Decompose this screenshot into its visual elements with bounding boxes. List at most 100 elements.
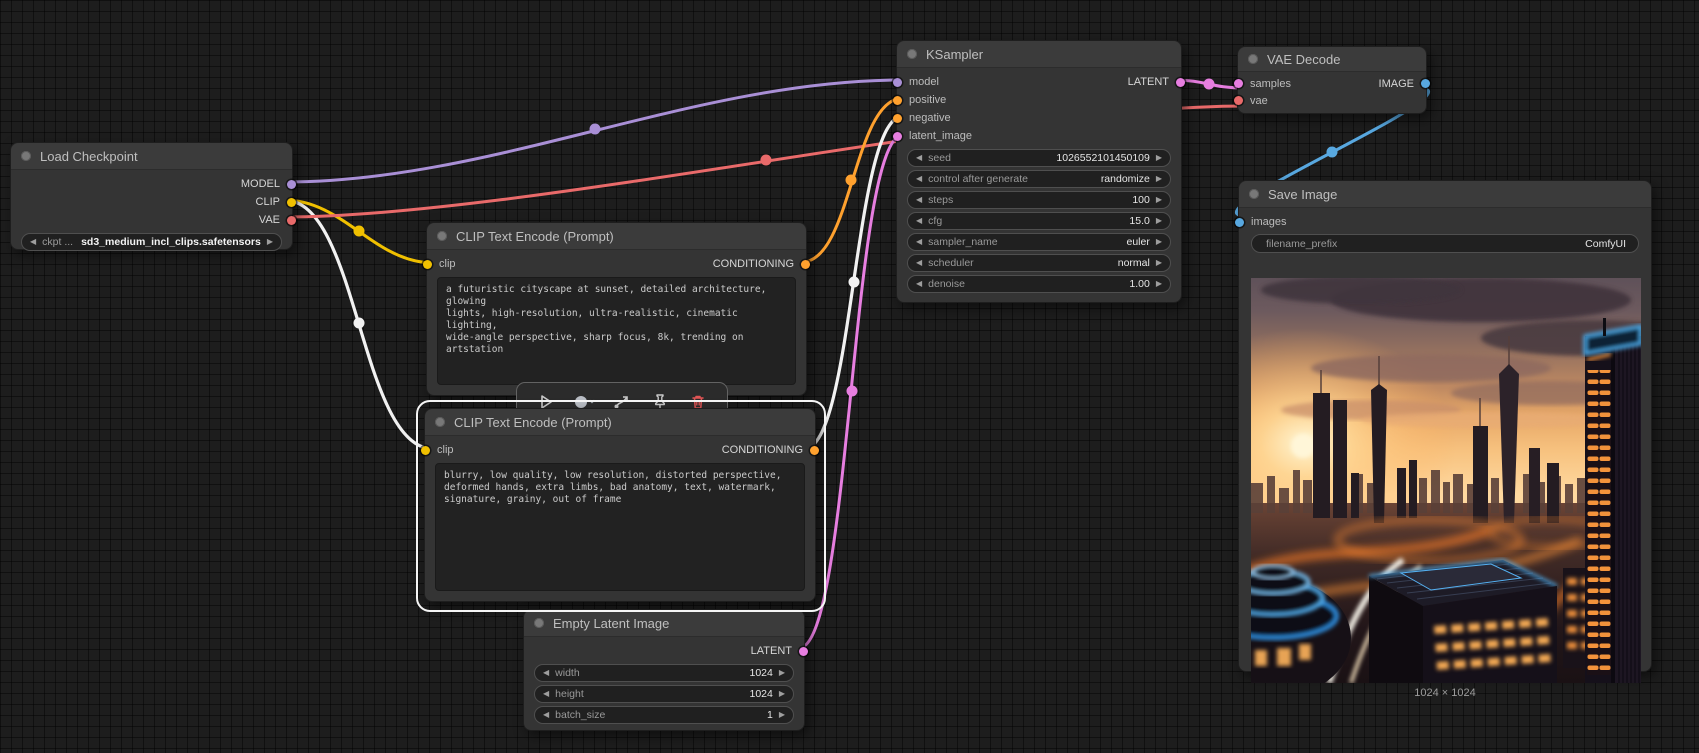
input-slot-vae[interactable]: vae	[1234, 95, 1268, 107]
increment-icon[interactable]: ▶	[1156, 175, 1162, 183]
node-header[interactable]: CLIP Text Encode (Prompt)	[427, 223, 806, 250]
positive-prompt-textarea[interactable]: a futuristic cityscape at sunset, detail…	[437, 277, 796, 385]
input-slot-clip[interactable]: clip	[423, 258, 456, 270]
output-slot-latent[interactable]: LATENT	[751, 645, 808, 657]
increment-icon[interactable]: ▶	[779, 669, 785, 677]
collapse-dot[interactable]	[437, 231, 447, 241]
images-input-dot[interactable]	[1235, 217, 1244, 227]
decrement-icon[interactable]: ◀	[916, 175, 922, 183]
increment-icon[interactable]: ▶	[779, 690, 785, 698]
node-header[interactable]: Empty Latent Image	[524, 610, 804, 637]
input-slot-clip[interactable]: clip	[421, 444, 454, 456]
input-slot-latent-image[interactable]: latent_image	[893, 130, 972, 142]
cfg-widget[interactable]: ◀ cfg 15.0 ▶	[907, 212, 1171, 230]
output-slot-vae[interactable]: VAE	[259, 214, 296, 226]
control-after-generate-widget[interactable]: ◀ control after generate randomize ▶	[907, 170, 1171, 188]
input-slot-model[interactable]: model	[893, 76, 939, 88]
collapse-dot[interactable]	[1249, 189, 1259, 199]
increment-icon[interactable]: ▶	[267, 238, 273, 246]
output-slot-conditioning[interactable]: CONDITIONING	[713, 258, 810, 270]
clip-input-dot[interactable]	[423, 259, 432, 269]
collapse-dot[interactable]	[435, 417, 445, 427]
conditioning-output-dot[interactable]	[810, 445, 819, 455]
output-slot-conditioning[interactable]: CONDITIONING	[722, 444, 819, 456]
model-input-dot[interactable]	[893, 77, 902, 87]
node-canvas[interactable]: Load Checkpoint MODEL CLIP VAE ◀ ckpt ..…	[0, 0, 1699, 753]
node-load-checkpoint[interactable]: Load Checkpoint MODEL CLIP VAE ◀ ckpt ..…	[10, 142, 296, 251]
node-title: Load Checkpoint	[40, 148, 138, 164]
latent-output-dot[interactable]	[799, 646, 808, 656]
node-header[interactable]: CLIP Text Encode (Prompt)	[425, 409, 815, 436]
increment-icon[interactable]: ▶	[1156, 217, 1162, 225]
increment-icon[interactable]: ▶	[1156, 280, 1162, 288]
decrement-icon[interactable]: ◀	[916, 217, 922, 225]
decrement-icon[interactable]: ◀	[543, 711, 549, 719]
node-header[interactable]: Load Checkpoint	[11, 143, 292, 170]
vae-output-dot[interactable]	[287, 215, 296, 225]
decrement-icon[interactable]: ◀	[543, 669, 549, 677]
increment-icon[interactable]: ▶	[1156, 259, 1162, 267]
clip-output-dot[interactable]	[287, 197, 296, 207]
node-ksampler[interactable]: KSampler model LATENT positive negative …	[893, 40, 1185, 303]
input-slot-positive[interactable]: positive	[893, 94, 946, 106]
node-header[interactable]: KSampler	[897, 41, 1181, 68]
collapse-dot[interactable]	[534, 618, 544, 628]
negative-prompt-textarea[interactable]: blurry, low quality, low resolution, dis…	[435, 463, 805, 591]
collapse-dot[interactable]	[21, 151, 31, 161]
width-widget[interactable]: ◀ width 1024 ▶	[534, 664, 794, 682]
increment-icon[interactable]: ▶	[1156, 238, 1162, 246]
node-clip-encode-positive[interactable]: CLIP Text Encode (Prompt) clip CONDITION…	[423, 222, 810, 421]
node-header[interactable]: Save Image	[1239, 181, 1651, 208]
positive-input-dot[interactable]	[893, 95, 902, 105]
steps-widget[interactable]: ◀ steps 100 ▶	[907, 191, 1171, 209]
denoise-widget[interactable]: ◀ denoise 1.00 ▶	[907, 275, 1171, 293]
batch-size-widget[interactable]: ◀ batch_size 1 ▶	[534, 706, 794, 724]
input-slot-negative[interactable]: negative	[893, 112, 951, 124]
decrement-icon[interactable]: ◀	[916, 238, 922, 246]
decrement-icon[interactable]: ◀	[916, 259, 922, 267]
clip-input-dot[interactable]	[421, 445, 430, 455]
model-output-dot[interactable]	[287, 179, 296, 189]
node-empty-latent-image[interactable]: Empty Latent Image LATENT ◀ width 1024 ▶…	[523, 609, 808, 731]
conditioning-output-dot[interactable]	[801, 259, 810, 269]
sampler-name-widget[interactable]: ◀ sampler_name euler ▶	[907, 233, 1171, 251]
filename-prefix-widget[interactable]: filename_prefix ComfyUI	[1251, 234, 1639, 253]
output-slot-clip[interactable]: CLIP	[256, 196, 296, 208]
decrement-icon[interactable]: ◀	[30, 238, 36, 246]
link-dot-conditioning-positive	[845, 174, 857, 186]
increment-icon[interactable]: ▶	[1156, 196, 1162, 204]
input-slot-samples[interactable]: samples	[1234, 78, 1291, 90]
height-widget[interactable]: ◀ height 1024 ▶	[534, 685, 794, 703]
node-header[interactable]: VAE Decode	[1238, 47, 1426, 72]
image-output-dot[interactable]	[1421, 79, 1430, 88]
node-vae-decode[interactable]: VAE Decode samples IMAGE vae	[1234, 46, 1430, 114]
seed-widget[interactable]: ◀ seed 1026552101450109 ▶	[907, 149, 1171, 167]
link-dot-clip-negative	[353, 317, 365, 329]
input-slot-images[interactable]: images	[1235, 216, 1286, 228]
latent-image-input-dot[interactable]	[893, 131, 902, 141]
latent-output-dot[interactable]	[1176, 77, 1185, 87]
scheduler-widget[interactable]: ◀ scheduler normal ▶	[907, 254, 1171, 272]
decrement-icon[interactable]: ◀	[916, 196, 922, 204]
ckpt-name-widget[interactable]: ◀ ckpt ... sd3_medium_incl_clips.safeten…	[21, 233, 282, 251]
node-save-image[interactable]: Save Image images filename_prefix ComfyU…	[1235, 180, 1652, 699]
increment-icon[interactable]: ▶	[1156, 154, 1162, 162]
negative-input-dot[interactable]	[893, 113, 902, 123]
collapse-dot[interactable]	[907, 49, 917, 59]
output-slot-image[interactable]: IMAGE	[1379, 78, 1430, 90]
output-slot-latent[interactable]: LATENT	[1128, 76, 1185, 88]
cityscape-artwork	[1251, 278, 1641, 683]
vae-input-dot[interactable]	[1234, 96, 1243, 105]
output-slot-model[interactable]: MODEL	[241, 178, 296, 190]
node-clip-encode-negative[interactable]: CLIP Text Encode (Prompt) clip CONDITION…	[421, 408, 819, 602]
decrement-icon[interactable]: ◀	[916, 154, 922, 162]
samples-input-dot[interactable]	[1234, 79, 1243, 88]
node-title: Empty Latent Image	[553, 615, 670, 631]
decrement-icon[interactable]: ◀	[543, 690, 549, 698]
node-title: CLIP Text Encode (Prompt)	[456, 228, 614, 244]
collapse-dot[interactable]	[1248, 54, 1258, 64]
decrement-icon[interactable]: ◀	[916, 280, 922, 288]
node-title: VAE Decode	[1267, 51, 1341, 67]
increment-icon[interactable]: ▶	[779, 711, 785, 719]
link-dot-image	[1326, 146, 1338, 158]
